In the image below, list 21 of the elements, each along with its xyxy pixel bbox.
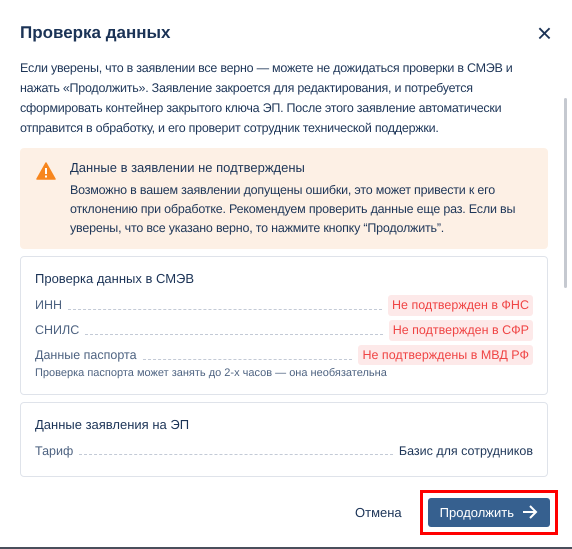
intro-text: Если уверены, что в заявлении все верно — можете не дожидаться проверки в СМЭВ и нажать «Продолжить». Заявление закроется для редактирования, и потребуется сформировать контейнер закрытого ключа ЭП. После этого заявление автоматически отправится в обработку, и его проверит сотрудник технической поддержки. bbox=[20, 60, 514, 137]
status-tag: Не подтвержден в ФНС bbox=[388, 295, 533, 316]
arrow-right-icon bbox=[522, 505, 538, 520]
alert-text: Возможно в вашем заявлении допущены ошибки, это может привести к его отклонению при обработке. Рекомендуем проверить данные еще раз. Если вы уверены, что все указано верно, то нажмите кнопку “Продолжить”. bbox=[70, 182, 516, 237]
field-label: Данные паспорта bbox=[35, 346, 137, 364]
scrollbar-thumb[interactable] bbox=[564, 98, 567, 288]
dialog-title: Проверка данных bbox=[20, 22, 170, 44]
field-label: СНИЛС bbox=[35, 322, 80, 339]
field-label: ИНН bbox=[35, 297, 62, 314]
section-title: Проверка данных в СМЭВ bbox=[35, 270, 196, 286]
status-tag: Не подтверждены в МВД РФ bbox=[358, 344, 533, 366]
section-title: Данные заявления на ЭП bbox=[35, 416, 190, 433]
status-tag: Не подтвержден в СФР bbox=[388, 320, 533, 341]
alert-title: Данные в заявлении не подтверждены bbox=[70, 160, 306, 176]
continue-button[interactable]: Продолжить bbox=[428, 498, 550, 527]
cancel-button[interactable]: Отмена bbox=[347, 498, 410, 526]
warning-icon bbox=[36, 162, 56, 180]
field-value: Базис для сотрудников bbox=[398, 442, 533, 460]
field-label: Тариф bbox=[35, 442, 74, 460]
close-button[interactable]: × bbox=[536, 20, 552, 46]
hint-text: Проверка паспорта может занять до 2-х часов — она необязательна bbox=[35, 366, 388, 382]
